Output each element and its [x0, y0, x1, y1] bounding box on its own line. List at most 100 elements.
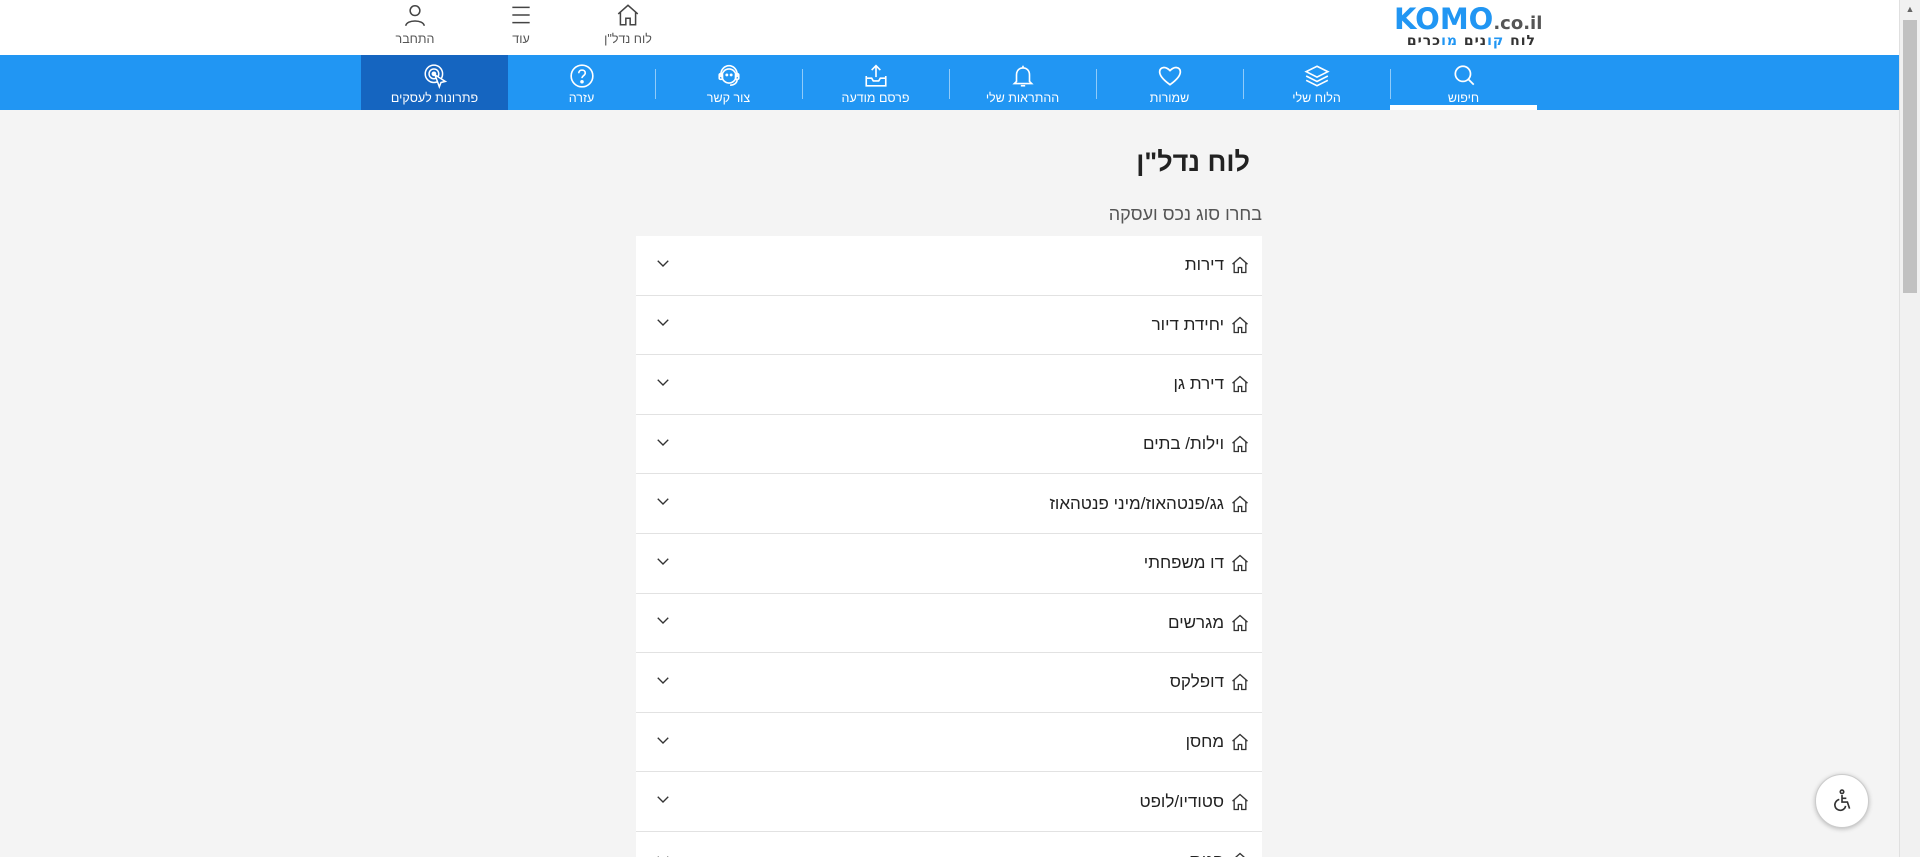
home-icon [1232, 554, 1248, 572]
home-icon [1232, 614, 1248, 632]
nav-divider [655, 69, 656, 99]
chevron-down-icon[interactable] [654, 611, 672, 634]
search-icon [1453, 65, 1474, 86]
category-row-title: חנות [1190, 851, 1250, 857]
chevron-down-icon[interactable] [654, 373, 672, 396]
nav-my-alerts-label: ההתראות שלי [985, 91, 1060, 105]
nav-divider [1390, 69, 1391, 99]
nav-my-alerts[interactable]: ההתראות שלי [949, 55, 1096, 110]
category-label: דירות [1184, 255, 1224, 275]
category-row-title: מחסן [1186, 732, 1250, 752]
category-row-title: יחידת דיור [1152, 315, 1250, 335]
chevron-down-icon[interactable] [654, 552, 672, 575]
wheelchair-icon [1834, 789, 1851, 812]
category-row[interactable]: גג/פנטהאוז/מיני פנטהאוז [636, 474, 1262, 534]
category-row-title: דירת גן [1174, 374, 1251, 394]
category-row[interactable]: מגרשים [636, 594, 1262, 654]
nav-help[interactable]: עזרה [508, 55, 655, 110]
nav-business-solutions-label: פתרונות לעסקים [390, 91, 479, 105]
nav-my-board-label: הלוח שלי [1292, 91, 1341, 105]
nav-my-board[interactable]: הלוח שלי [1243, 55, 1390, 110]
category-row-title: דו משפחתי [1144, 553, 1250, 573]
nav-search[interactable]: חיפוש [1390, 55, 1537, 110]
category-label: יחידת דיור [1151, 314, 1224, 334]
slogan-text: כרים [1406, 33, 1442, 49]
nav-search-label: חיפוש [1447, 91, 1480, 105]
nav-divider [949, 69, 950, 99]
category-row[interactable]: דירות [636, 236, 1262, 296]
nav-post-ad[interactable]: פרסם מודעה [802, 55, 949, 110]
category-row-title: וילות/ בתים [1143, 434, 1250, 454]
heart-icon [1158, 66, 1181, 86]
home-icon [1232, 316, 1248, 334]
chevron-down-icon[interactable] [654, 731, 672, 754]
category-row[interactable]: דו משפחתי [636, 534, 1262, 594]
top-header: KOMO.co.il לוח קונים מוכרים לוח נדל"ן עו… [0, 0, 1899, 55]
home-icon [1232, 376, 1248, 393]
nav-help-label: עזרה [568, 91, 595, 105]
chevron-down-icon[interactable] [654, 313, 672, 336]
nav-business-solutions[interactable]: פתרונות לעסקים [361, 55, 508, 110]
layers-icon [1303, 65, 1330, 87]
category-row-title: מגרשים [1168, 613, 1250, 633]
chevron-down-icon[interactable] [654, 433, 672, 456]
home-icon [617, 4, 639, 26]
category-row[interactable]: דירת גן [636, 355, 1262, 415]
category-row[interactable]: וילות/ בתים [636, 415, 1262, 475]
nav-post-ad-label: פרסם מודעה [841, 91, 910, 105]
logo-tld: .co.il [1493, 13, 1543, 34]
menu-icon [512, 6, 530, 24]
category-row-title: דופלקס [1170, 672, 1250, 692]
chevron-down-icon[interactable] [654, 790, 672, 813]
slogan-text: לוח [1504, 33, 1536, 49]
category-label: חנות [1190, 851, 1224, 857]
scroll-up-arrow-icon[interactable]: ▲ [1900, 0, 1920, 18]
category-row[interactable]: יחידת דיור [636, 296, 1262, 356]
chevron-down-icon[interactable] [654, 671, 672, 694]
category-label: סטודיו/לופט [1139, 791, 1224, 811]
more-menu-link[interactable]: עוד [481, 0, 561, 55]
accessibility-button[interactable] [1815, 774, 1869, 828]
category-label: גג/פנטהאוז/מיני פנטהאוז [1049, 493, 1224, 513]
category-label: דירת גן [1173, 374, 1225, 394]
category-row[interactable]: דופלקס [636, 653, 1262, 713]
komo-logo[interactable]: KOMO.co.il לוח קונים מוכרים [1394, 4, 1543, 52]
page-title: לוח נדל"ן [1136, 147, 1250, 177]
scrollbar-thumb[interactable] [1903, 20, 1917, 293]
category-label: מגרשים [1168, 612, 1224, 632]
category-row[interactable]: חנות [636, 832, 1262, 857]
home-icon [1232, 733, 1248, 751]
login-label: התחבר [395, 32, 435, 46]
real-estate-board-label: לוח נדל"ן [604, 32, 652, 46]
property-type-list: דירות יחידת דיור דירת גן וילות/ בתים גג/פנטה… [636, 236, 1262, 857]
logo-slogan: לוח קונים מוכרים [1394, 34, 1539, 48]
nav-divider [1243, 69, 1244, 99]
support-icon [717, 64, 740, 87]
chevron-down-icon[interactable] [654, 254, 672, 277]
main-nav: חיפוש הלוח שלי שמורות ההתראות שלי פרסם מ… [0, 55, 1899, 110]
slogan-text: נים [1458, 33, 1488, 49]
chevron-down-icon[interactable] [654, 850, 672, 857]
nav-contact[interactable]: צור קשר [655, 55, 802, 110]
target-click-icon [423, 64, 447, 89]
page-scrollbar[interactable]: ▲ [1899, 0, 1920, 857]
user-icon [405, 5, 425, 27]
real-estate-board-link[interactable]: לוח נדל"ן [588, 0, 668, 55]
nav-saved-label: שמורות [1149, 91, 1190, 105]
category-label: מחסן [1185, 732, 1224, 752]
category-label: דופלקס [1169, 672, 1224, 692]
home-icon [1232, 435, 1248, 453]
login-link[interactable]: התחבר [375, 0, 455, 55]
category-row[interactable]: מחסן [636, 713, 1262, 773]
category-label: דו משפחתי [1143, 553, 1224, 573]
slogan-accent: מו [1441, 33, 1458, 49]
upload-tray-icon [864, 64, 887, 87]
home-icon [1235, 852, 1245, 857]
more-menu-label: עוד [512, 32, 530, 46]
category-row-title: גג/פנטהאוז/מיני פנטהאוז [1049, 494, 1250, 514]
category-row[interactable]: סטודיו/לופט [636, 772, 1262, 832]
chevron-down-icon[interactable] [654, 492, 672, 515]
category-row-title: סטודיו/לופט [1139, 792, 1250, 812]
home-icon [1232, 495, 1248, 512]
nav-saved[interactable]: שמורות [1096, 55, 1243, 110]
